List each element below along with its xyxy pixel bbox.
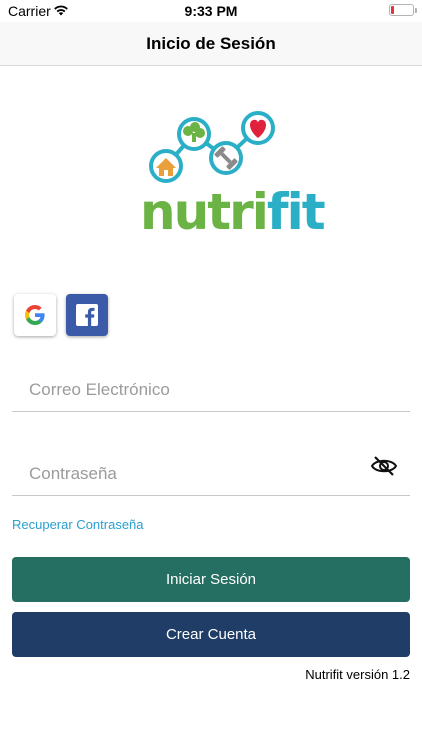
app-version-label: Nutrifit versión 1.2 [305,667,410,682]
create-account-button[interactable]: Crear Cuenta [12,612,410,657]
battery-level [391,6,394,14]
google-icon [25,305,45,325]
navigation-bar: Inicio de Sesión [0,22,422,66]
email-field [12,368,410,412]
clock: 9:33 PM [184,3,238,19]
password-input[interactable] [29,452,369,496]
eye-slash-icon[interactable] [370,454,398,478]
google-login-button[interactable] [14,294,56,336]
email-input[interactable] [29,368,369,412]
facebook-login-button[interactable] [66,294,108,336]
recover-password-link[interactable]: Recuperar Contraseña [12,517,144,532]
status-bar: Carrier 9:33 PM [0,0,422,22]
battery-low-icon [389,4,417,16]
logo-word-primary: nutri [140,183,269,241]
logo-word-accent: fit [266,183,326,241]
page-title: Inicio de Sesión [146,34,276,53]
facebook-icon [76,304,98,326]
login-button[interactable]: Iniciar Sesión [12,557,410,602]
password-field [12,452,410,496]
logo-wordmark: nutrifit [140,183,326,241]
